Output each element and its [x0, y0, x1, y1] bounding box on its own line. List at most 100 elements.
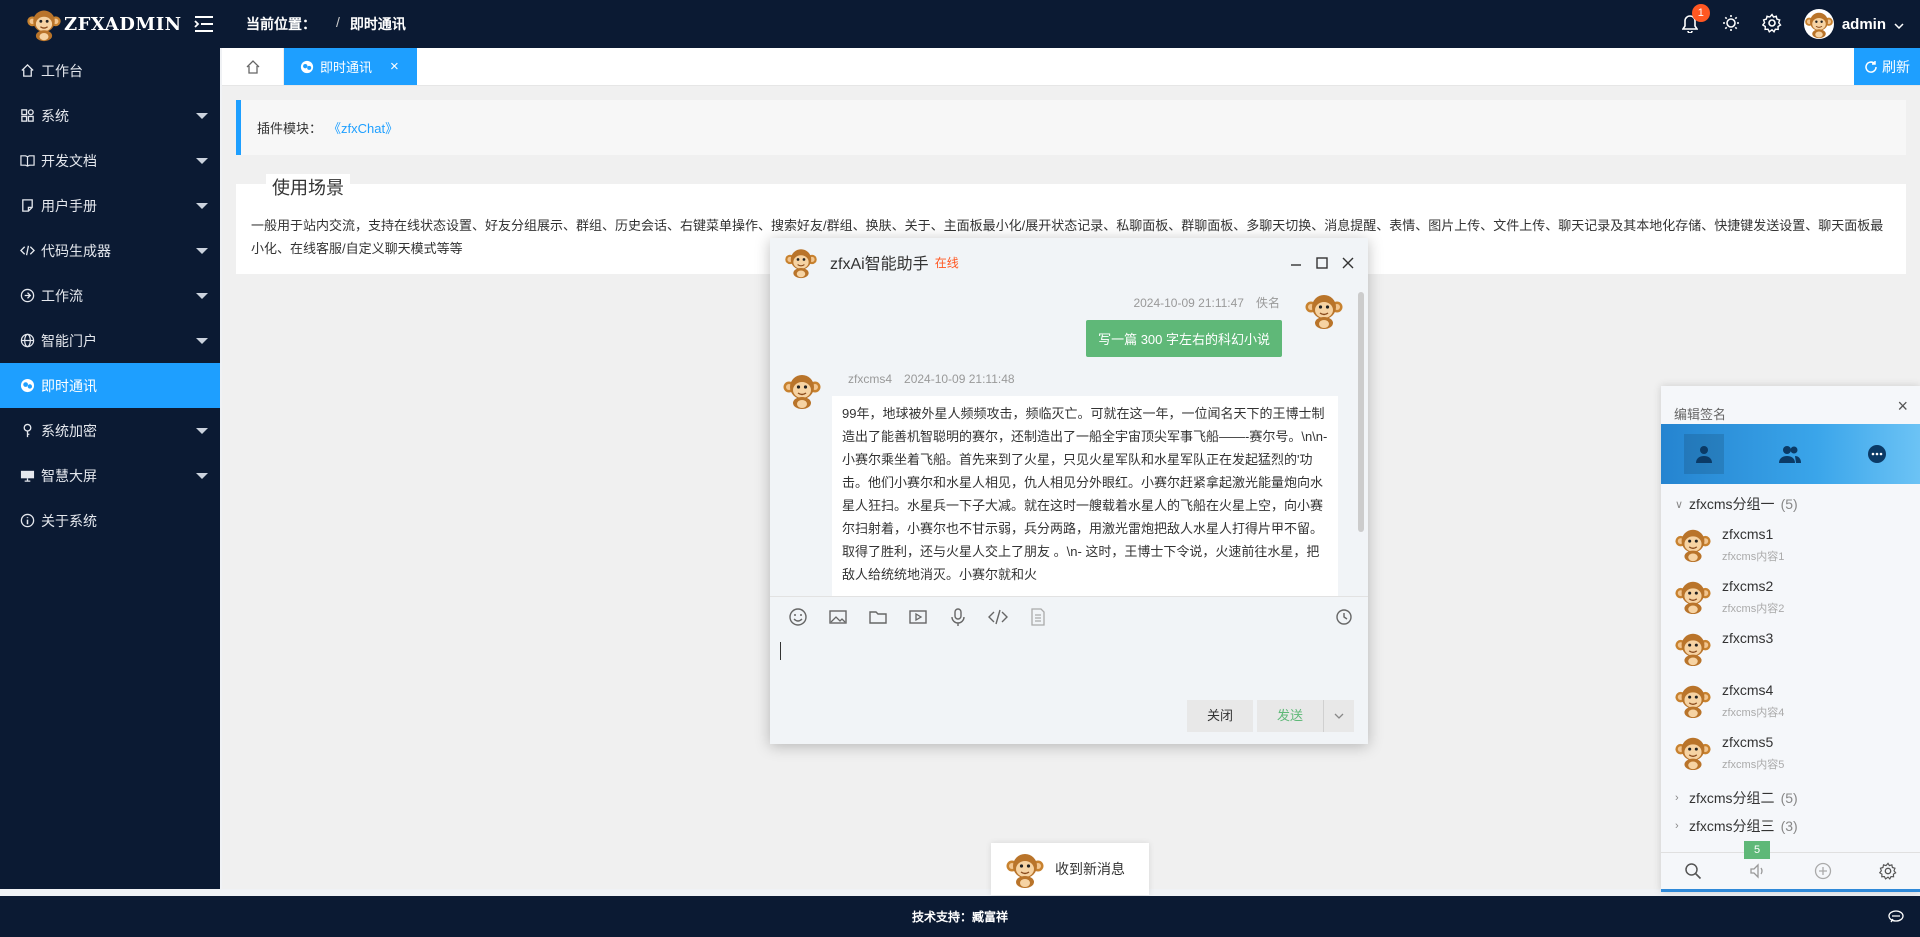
group-count: (5): [1780, 790, 1798, 806]
chat-icon: [20, 378, 35, 393]
logo[interactable]: ZFXADMIN: [0, 0, 220, 48]
sidebar-item-dev-docs[interactable]: 开发文档: [0, 138, 220, 183]
friend-group-2[interactable]: › zfxcms分组二 (5): [1661, 784, 1920, 812]
plugin-link[interactable]: 《zfxChat》: [328, 118, 398, 137]
home-icon: [246, 59, 259, 74]
code-icon[interactable]: [988, 607, 1008, 627]
friend-name: zfxcms1: [1722, 526, 1774, 542]
sidebar-item-im[interactable]: 即时通讯: [0, 363, 220, 408]
friend-item[interactable]: zfxcms3: [1661, 622, 1920, 674]
close-icon[interactable]: ×: [1897, 396, 1908, 417]
message-sender: zfxcms4: [848, 372, 893, 386]
edit-signature[interactable]: 编辑签名 ×: [1661, 386, 1920, 424]
speaker-icon[interactable]: [1749, 862, 1767, 880]
friend-item[interactable]: zfxcms2 zfxcms内容2: [1661, 570, 1920, 622]
friend-item[interactable]: zfxcms1 zfxcms内容1: [1661, 518, 1920, 570]
friend-avatar: [1674, 733, 1712, 771]
new-message-toast[interactable]: 收到新消息: [991, 843, 1149, 895]
im-tabs: [1661, 424, 1920, 484]
tab-im[interactable]: 即时通讯 ×: [284, 48, 417, 85]
scrollbar[interactable]: [1358, 292, 1364, 532]
caret-down-icon: [196, 293, 208, 299]
chat-header[interactable]: zfxAi智能助手 在线: [770, 238, 1368, 286]
sidebar-item-bigscreen[interactable]: 智慧大屏: [0, 453, 220, 498]
logo-text: ZFXADMIN: [64, 13, 182, 35]
sidebar-item-label: 系统加密: [41, 422, 97, 439]
caret-down-icon: [196, 248, 208, 254]
bell-icon[interactable]: 1: [1681, 4, 1710, 34]
minimize-icon[interactable]: [1290, 256, 1302, 268]
sidebar-item-portal[interactable]: 智能门户: [0, 318, 220, 363]
message-box-badge: 5: [1744, 841, 1770, 859]
sidebar-item-label: 系统: [41, 107, 69, 124]
chat-window: zfxAi智能助手 在线 2024-10-09 21:11:47 佚名 写一篇 3…: [770, 238, 1368, 744]
text-cursor: [780, 642, 781, 660]
im-main-panel: 编辑签名 × ∨ zfxcms分组一 (5) zfxcms1 zfxcms内容1…: [1661, 386, 1920, 892]
add-icon[interactable]: [1814, 862, 1832, 880]
caret-down-icon: [196, 338, 208, 344]
refresh-icon: [1865, 60, 1877, 73]
emoji-icon[interactable]: [788, 607, 808, 627]
refresh-button[interactable]: 刷新: [1854, 48, 1920, 85]
group-name: zfxcms分组一: [1689, 496, 1775, 512]
sidebar-item-workbench[interactable]: 工作台: [0, 48, 220, 93]
sidebar-item-system[interactable]: 系统: [0, 93, 220, 138]
sidebar-item-label: 关于系统: [41, 512, 97, 529]
chevron-right-icon: ›: [1675, 820, 1679, 832]
sidebar-item-label: 开发文档: [41, 152, 97, 169]
caret-down-icon: [196, 158, 208, 164]
user-menu[interactable]: admin: [1803, 9, 1904, 39]
signature-label: 编辑签名: [1674, 407, 1727, 422]
maximize-icon[interactable]: [1316, 256, 1328, 269]
send-button[interactable]: 发送: [1256, 700, 1324, 732]
tab-home[interactable]: [222, 48, 284, 85]
microphone-icon[interactable]: [948, 607, 968, 627]
sidebar-item-user-manual[interactable]: 用户手册: [0, 183, 220, 228]
tab-friends[interactable]: [1684, 434, 1725, 474]
message-input[interactable]: [780, 638, 1358, 698]
bot-message-bubble: 99年，地球被外星人频频攻击，频临灭亡。可就在这一年，一位闻名天下的王博士制造出…: [832, 396, 1338, 596]
close-chat-button[interactable]: 关闭: [1186, 700, 1253, 732]
avatar: [1803, 9, 1834, 39]
image-icon[interactable]: [828, 607, 848, 627]
message-list[interactable]: 2024-10-09 21:11:47 佚名 写一篇 300 字左右的科幻小说 z…: [770, 286, 1360, 596]
sidebar-toggle-icon[interactable]: [192, 12, 216, 36]
chat-float-icon[interactable]: [1888, 908, 1904, 924]
gear-icon[interactable]: [1761, 12, 1782, 36]
friend-signature: zfxcms内容1: [1722, 551, 1785, 563]
video-icon[interactable]: [908, 607, 928, 627]
group-name: zfxcms分组二: [1689, 790, 1775, 806]
document-icon[interactable]: [1028, 607, 1048, 627]
friend-item[interactable]: zfxcms4 zfxcms内容4: [1661, 674, 1920, 726]
tab-history[interactable]: [1857, 434, 1897, 474]
friend-group-3[interactable]: › zfxcms分组三 (3): [1661, 812, 1920, 840]
my-message-bubble: 写一篇 300 字左右的科幻小说: [1086, 320, 1282, 357]
globe-icon: [20, 333, 35, 348]
group-count: (3): [1780, 818, 1798, 834]
sidebar-item-code-generator[interactable]: 代码生成器: [0, 228, 220, 273]
history-clock-icon[interactable]: [1334, 607, 1354, 627]
sidebar-item-about[interactable]: 关于系统: [0, 498, 220, 543]
flow-icon: [20, 288, 35, 303]
group-icon: [1779, 446, 1802, 463]
sidebar-item-encryption[interactable]: 系统加密: [0, 408, 220, 453]
online-status: 在线: [934, 255, 959, 270]
sidebar-item-workflow[interactable]: 工作流: [0, 273, 220, 318]
theme-icon[interactable]: [1722, 14, 1740, 35]
breadcrumb-separator: /: [336, 14, 340, 30]
sidebar: 工作台 系统 开发文档 用户手册 代码生成器 工作流 智能门户 即时通讯 系统加…: [0, 48, 220, 889]
tab-groups[interactable]: [1770, 434, 1810, 474]
chat-bubble-icon: [1867, 445, 1886, 463]
friend-avatar: [1674, 629, 1712, 667]
close-icon[interactable]: ×: [390, 58, 399, 75]
code-icon: [20, 245, 35, 256]
folder-icon[interactable]: [868, 607, 888, 627]
send-options-button[interactable]: [1324, 700, 1354, 732]
close-icon[interactable]: [1342, 256, 1354, 269]
gear-icon[interactable]: [1878, 862, 1897, 880]
search-icon[interactable]: [1684, 862, 1702, 880]
friend-group-1[interactable]: ∨ zfxcms分组一 (5): [1661, 490, 1920, 518]
chevron-down-icon: [1894, 16, 1904, 33]
note-icon: [22, 199, 33, 212]
friend-item[interactable]: zfxcms5 zfxcms内容5: [1661, 726, 1920, 778]
